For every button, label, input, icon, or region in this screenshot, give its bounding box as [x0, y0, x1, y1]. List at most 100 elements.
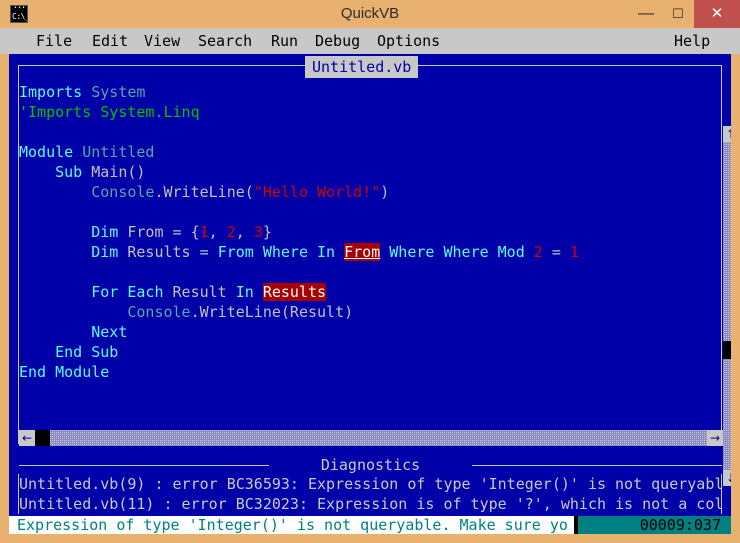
code-token: 2	[226, 223, 236, 241]
maximize-button[interactable]: ☐	[662, 0, 694, 28]
code-token: 1	[569, 243, 579, 261]
menu-item-run[interactable]: Run	[271, 28, 298, 54]
code-token: 'Imports System.Linq	[19, 103, 200, 121]
scroll-right-icon[interactable]: →	[707, 430, 723, 446]
scroll-down-icon[interactable]: ↓	[723, 470, 731, 486]
menu-item-options[interactable]: Options	[377, 28, 440, 54]
diagnostic-row[interactable]: Untitled.vb(11) : error BC32023: Express…	[19, 494, 722, 514]
code-token: 3	[253, 223, 263, 241]
code-token: Each	[127, 283, 173, 301]
code-line: End Sub	[19, 342, 713, 362]
close-icon: ✕	[710, 5, 724, 22]
vertical-scrollbar-thumb[interactable]	[723, 341, 731, 359]
diagnostics-panel-title: Diagnostics	[320, 456, 421, 474]
code-token: Where	[389, 243, 444, 261]
code-token: 1	[199, 223, 209, 241]
code-token: Where	[443, 243, 498, 261]
scroll-left-icon[interactable]: ←	[19, 430, 35, 446]
menu-item-view[interactable]: View	[144, 28, 180, 54]
code-token: In	[317, 243, 345, 261]
title-bar: ••• C:\_ QuickVB — ☐ ✕	[0, 0, 740, 28]
editor-tab-untitled-vb[interactable]: Untitled.vb	[305, 56, 419, 78]
code-token: From	[344, 243, 381, 261]
minimize-icon: —	[638, 5, 654, 22]
code-line: Imports System	[19, 82, 713, 102]
code-token: Module	[19, 143, 83, 161]
code-token: Dim	[91, 243, 128, 261]
menu-item-search[interactable]: Search	[198, 28, 252, 54]
status-bar: Expression of type 'Integer()' is not qu…	[9, 516, 731, 534]
code-token: 2	[533, 243, 543, 261]
code-editor[interactable]: Imports System 'Imports System.Linq Modul…	[19, 82, 713, 382]
code-line: For Each Result In Results	[19, 282, 713, 302]
code-token: Console	[91, 183, 155, 201]
code-token: Main()	[91, 163, 146, 181]
code-line: Dim Results = From Where In From Where W…	[19, 242, 713, 262]
code-line: Module Untitled	[19, 142, 713, 162]
code-token: "Hello World!"	[253, 183, 381, 201]
editor-vertical-scrollbar[interactable]: ↑ ↓	[723, 126, 731, 486]
code-line: End Module	[19, 362, 713, 382]
code-token: From	[217, 243, 263, 261]
status-message: Expression of type 'Integer()' is not qu…	[9, 516, 574, 534]
code-token: .WriteLine(	[154, 183, 254, 201]
code-token: Untitled	[82, 143, 155, 161]
menu-item-file[interactable]: File	[36, 28, 72, 54]
code-token: From = {	[127, 223, 200, 241]
window-title: QuickVB	[340, 5, 400, 22]
code-token: Dim	[91, 223, 128, 241]
editor-horizontal-scrollbar[interactable]: ← →	[19, 430, 723, 446]
cursor-position-indicator: 00009:037	[578, 516, 731, 534]
code-token: }	[262, 223, 272, 241]
code-line: Console.WriteLine(Result)	[19, 302, 713, 322]
maximize-icon: ☐	[672, 6, 684, 21]
code-token: .WriteLine(Result)	[190, 303, 354, 321]
code-token: Sub	[55, 163, 92, 181]
code-token: Results =	[127, 243, 218, 261]
code-token: Results	[262, 283, 327, 301]
code-line: Console.WriteLine("Hello World!")	[19, 182, 713, 202]
quickvb-window: ••• C:\_ QuickVB — ☐ ✕ File Edit View Se…	[0, 0, 740, 543]
code-line: Next	[19, 322, 713, 342]
code-token: System	[91, 83, 146, 101]
diagnostics-list[interactable]: Untitled.vb(9) : error BC36593: Expressi…	[19, 474, 722, 514]
code-token: In	[235, 283, 263, 301]
diagnostics-divider: Diagnostics	[19, 456, 722, 474]
menu-item-help[interactable]: Help	[674, 28, 710, 54]
code-token: End Sub	[55, 343, 119, 361]
code-token: Where	[262, 243, 318, 261]
code-token: ,	[235, 223, 254, 241]
code-token: )	[380, 183, 390, 201]
code-token: Result	[172, 283, 236, 301]
code-line: 'Imports System.Linq	[19, 102, 713, 122]
diagnostic-row[interactable]: Untitled.vb(9) : error BC36593: Expressi…	[19, 474, 722, 494]
minimize-button[interactable]: —	[630, 0, 662, 28]
code-token: ,	[208, 223, 227, 241]
code-token: End Module	[19, 363, 110, 381]
code-token: Mod	[497, 243, 534, 261]
menu-item-edit[interactable]: Edit	[92, 28, 128, 54]
code-line: Dim From = {1, 2, 3}	[19, 222, 713, 242]
close-button[interactable]: ✕	[694, 0, 740, 28]
code-token: Console	[127, 303, 191, 321]
horizontal-scrollbar-thumb[interactable]	[35, 430, 50, 446]
code-line: Sub Main()	[19, 162, 713, 182]
tui-console-area: Untitled.vb Imports System 'Imports Syste…	[9, 54, 731, 534]
code-token: =	[542, 243, 570, 261]
menu-item-debug[interactable]: Debug	[315, 28, 360, 54]
scroll-up-icon[interactable]: ↑	[723, 126, 731, 142]
code-token: Imports	[19, 83, 92, 101]
code-token: Next	[91, 323, 128, 341]
code-token: For	[91, 283, 128, 301]
